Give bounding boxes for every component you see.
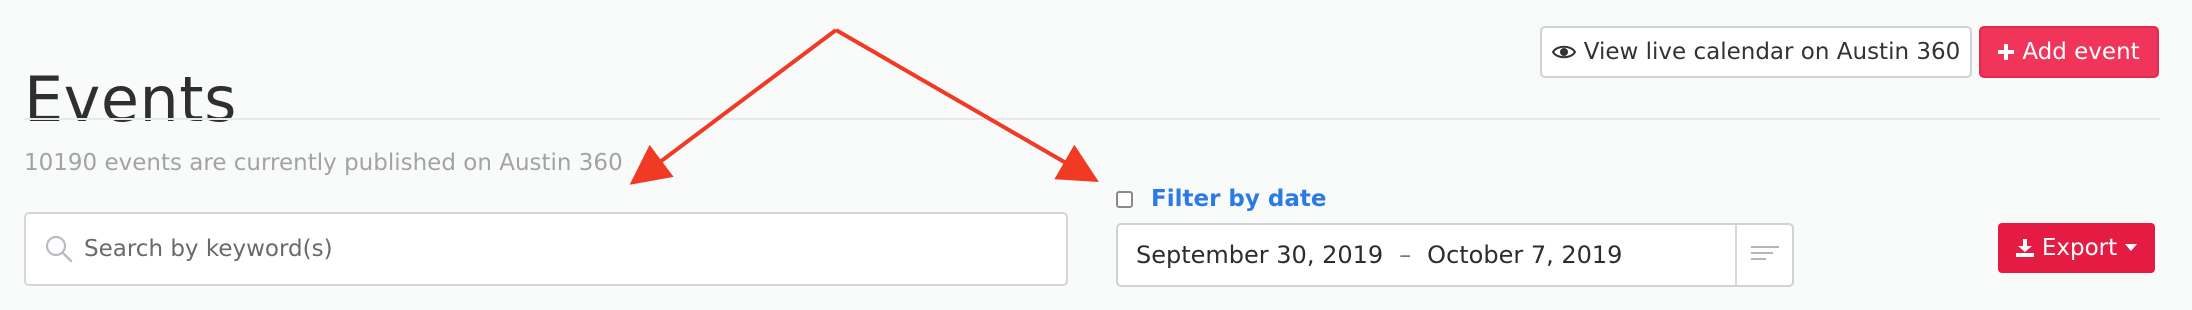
- date-range-menu-button[interactable]: [1735, 225, 1792, 285]
- eye-icon: [1551, 44, 1576, 60]
- search-icon: [44, 234, 74, 264]
- annotation-arrow-filter: [834, 28, 1099, 183]
- add-event-button[interactable]: Add event: [1979, 26, 2159, 78]
- lines-icon: [1750, 245, 1779, 266]
- filter-by-date-label[interactable]: Filter by date: [1151, 186, 1326, 212]
- view-live-calendar-label: View live calendar on Austin 360: [1583, 39, 1961, 65]
- export-button[interactable]: Export: [1998, 223, 2155, 273]
- chevron-down-icon: [2125, 244, 2138, 252]
- export-label: Export: [2041, 235, 2118, 261]
- add-event-label: Add event: [2022, 39, 2140, 65]
- page-title: Events: [24, 62, 237, 136]
- header-divider: [24, 118, 2160, 120]
- search-input[interactable]: [84, 224, 1024, 274]
- view-live-calendar-button[interactable]: View live calendar on Austin 360: [1540, 26, 1972, 78]
- search-box[interactable]: [24, 212, 1068, 286]
- plus-icon: [1998, 44, 2015, 60]
- download-icon: [2015, 239, 2034, 257]
- filter-by-date-row: Filter by date: [1116, 184, 1326, 214]
- start-date: September 30, 2019: [1136, 241, 1384, 269]
- date-range-text: September 30, 2019 – October 7, 2019: [1118, 241, 1756, 269]
- events-count-summary: 10190 events are currently published on …: [24, 150, 623, 176]
- date-range-picker[interactable]: September 30, 2019 – October 7, 2019: [1116, 223, 1794, 287]
- annotation-arrow-search: [629, 28, 838, 185]
- date-separator: –: [1399, 241, 1412, 269]
- end-date: October 7, 2019: [1427, 241, 1623, 269]
- filter-by-date-checkbox[interactable]: [1116, 190, 1133, 208]
